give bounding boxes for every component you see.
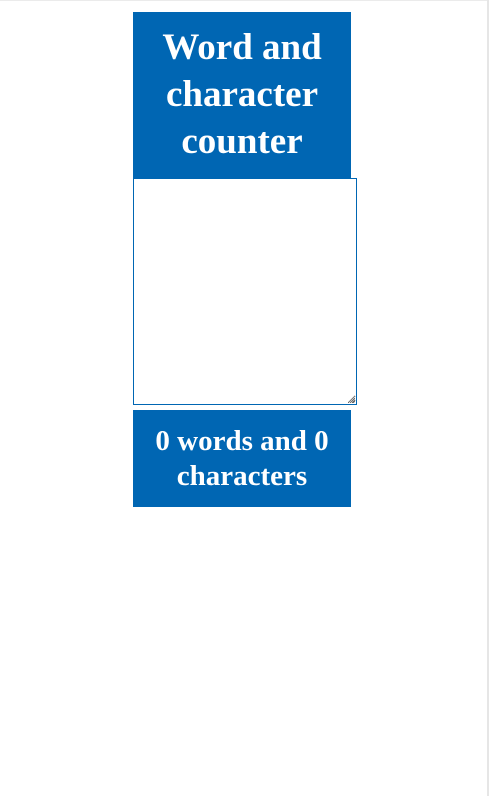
counter-banner: 0 words and 0 characters: [133, 410, 351, 507]
word-character-count: 0 words and 0 characters: [155, 424, 329, 492]
title-banner: Word and character counter: [133, 12, 351, 178]
top-border: [0, 0, 487, 1]
text-input[interactable]: [133, 178, 357, 405]
page-title: Word and character counter: [162, 26, 322, 162]
